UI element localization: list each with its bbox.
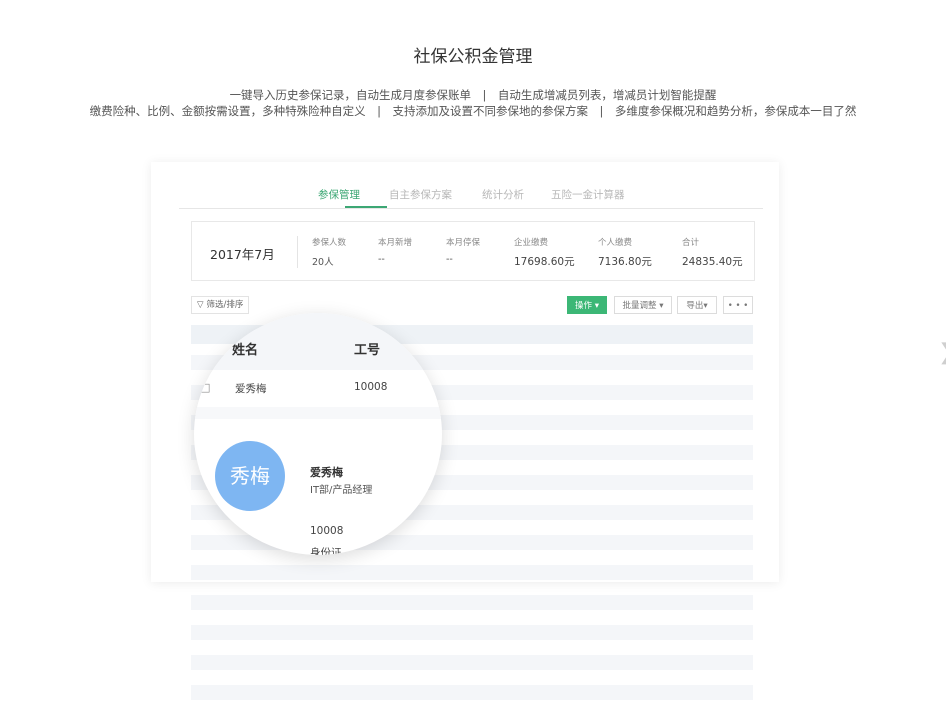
profile-name: 爱秀梅 xyxy=(310,466,343,479)
monthly-summary: 2017年7月 参保人数 20人 本月新增 -- 本月停保 -- 企业缴费 17… xyxy=(191,221,755,281)
table-row[interactable] xyxy=(191,625,753,640)
checkbox-icon[interactable]: □ xyxy=(200,381,210,394)
row-employee-no-cell: 10008 xyxy=(354,381,388,393)
stat-value: -- xyxy=(378,254,385,265)
stat-label: 合计 xyxy=(682,238,700,248)
magnified-table-row[interactable] xyxy=(194,370,442,408)
stat-value: 7136.80元 xyxy=(598,256,652,268)
stat-label: 个人缴费 xyxy=(598,238,633,248)
hero-description-line-2: 缴费险种、比例、金额按需设置，多种特殊险种自定义 | 支持添加及设置不同参保地的… xyxy=(89,104,857,118)
stat-label: 本月新增 xyxy=(378,238,413,248)
stat-label: 企业缴费 xyxy=(514,238,549,248)
stat-label: 本月停保 xyxy=(446,238,481,248)
table-row[interactable] xyxy=(191,565,753,580)
profile-department: IT部/产品经理 xyxy=(310,485,373,496)
tab-calculator[interactable]: 五险一金计算器 xyxy=(551,187,625,202)
filter-sort-button[interactable]: ▽ 筛选/排序 xyxy=(191,296,250,314)
chevron-right-icon[interactable]: ❯ xyxy=(938,340,946,365)
stat-stopped-this-month: 本月停保 -- xyxy=(446,236,480,265)
batch-adjust-button[interactable]: 批量调整 ▾ xyxy=(614,296,672,314)
row-name-cell: 爱秀梅 xyxy=(235,383,267,395)
tab-insurance-management[interactable]: 参保管理 xyxy=(318,187,360,202)
tab-bar: 参保管理 自主参保方案 统计分析 五险一金计算器 xyxy=(179,178,763,209)
row-separator xyxy=(194,407,442,419)
operate-button[interactable]: 操作 ▾ xyxy=(567,296,607,314)
table-row[interactable] xyxy=(191,685,753,700)
magnifier-lens: 姓名 工号 □ 爱秀梅 10008 秀梅 爱秀梅 IT部/产品经理 10008 … xyxy=(194,313,442,555)
export-button[interactable]: 导出▾ xyxy=(677,296,717,314)
hero-title: 社保公积金管理 xyxy=(413,47,533,67)
profile-employee-no: 10008 xyxy=(310,525,344,537)
profile-id-label: 身份证 xyxy=(310,547,342,555)
column-header-name[interactable]: 姓名 xyxy=(232,339,258,358)
stat-value: 24835.40元 xyxy=(682,256,743,268)
stat-insured-count: 参保人数 20人 xyxy=(312,236,346,268)
table-row[interactable] xyxy=(191,595,753,610)
table-row[interactable] xyxy=(191,655,753,670)
stat-value: 17698.60元 xyxy=(514,256,575,268)
summary-month: 2017年7月 xyxy=(210,247,275,262)
stat-value: -- xyxy=(446,254,453,265)
more-button[interactable]: • • • xyxy=(723,296,753,314)
hero-description-line-1: 一键导入历史参保记录，自动生成月度参保账单 | 自动生成增减员列表，增减员计划智… xyxy=(229,88,717,102)
stat-value: 20人 xyxy=(312,257,334,268)
filter-icon: ▽ xyxy=(197,300,204,310)
stat-label: 参保人数 xyxy=(312,238,347,248)
tab-statistics[interactable]: 统计分析 xyxy=(482,187,524,202)
tab-self-insurance-plan[interactable]: 自主参保方案 xyxy=(389,187,452,202)
stat-new-this-month: 本月新增 -- xyxy=(378,236,412,265)
filter-label: 筛选/排序 xyxy=(206,300,244,310)
stat-company-payment: 企业缴费 17698.60元 xyxy=(514,236,575,269)
column-header-employee-no[interactable]: 工号 xyxy=(354,339,380,358)
summary-divider xyxy=(297,236,298,268)
active-tab-indicator xyxy=(345,206,387,208)
stat-total: 合计 24835.40元 xyxy=(682,236,743,269)
stat-personal-payment: 个人缴费 7136.80元 xyxy=(598,236,652,269)
avatar: 秀梅 xyxy=(215,441,285,511)
